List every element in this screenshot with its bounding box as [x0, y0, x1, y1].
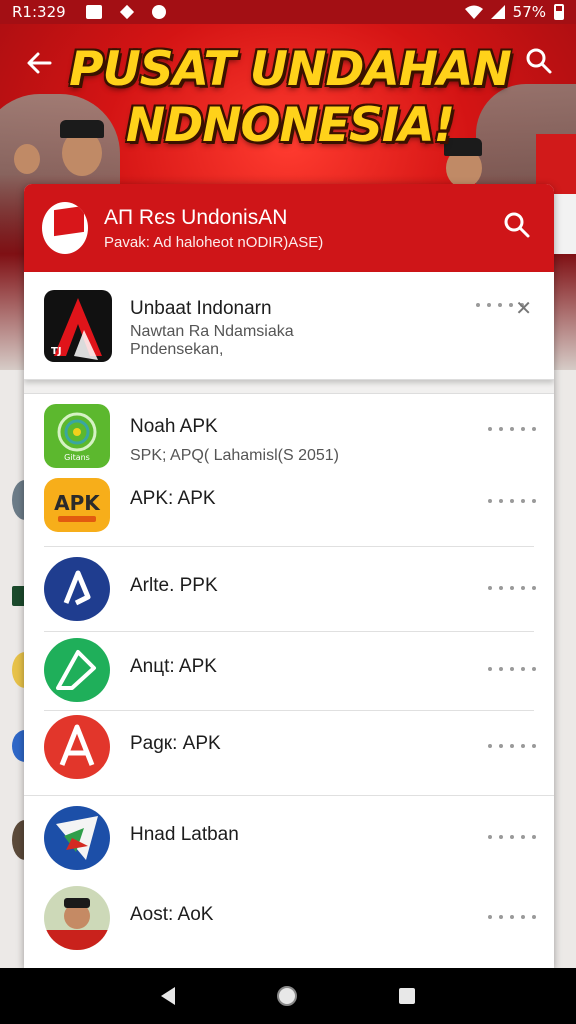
nav-back-icon[interactable]: [161, 987, 175, 1005]
battery-icon: [554, 4, 564, 20]
nav-recent-icon[interactable]: [399, 988, 415, 1004]
person-image: [14, 144, 40, 174]
search-icon: [504, 212, 530, 238]
app-list-item[interactable]: Anцt: APK: [24, 632, 554, 710]
svg-text:APK: APK: [54, 491, 101, 515]
more-options-icon[interactable]: [488, 741, 536, 751]
app-list-item[interactable]: Pagк: APK: [24, 711, 554, 795]
search-button[interactable]: [522, 44, 556, 78]
app-name: Pagк: APK: [130, 733, 221, 754]
featured-app-name: Unbaat Indonarn: [130, 298, 272, 319]
wifi-icon: [464, 5, 483, 19]
app-name: Aost: AoK: [130, 904, 214, 925]
app-name: Anцt: APK: [130, 656, 217, 677]
app-list-item[interactable]: Gitans Noah APK SPK; APQ( Lahamisl(S 205…: [24, 402, 554, 476]
banner-headline: PUSAT UNDAHAN NDNONESIA!: [69, 42, 512, 153]
app-list-item[interactable]: Aost: AoK: [24, 878, 554, 960]
navigation-bar: [0, 968, 576, 1024]
section-gap: [24, 380, 554, 394]
svg-text:TJ: TJ: [51, 346, 62, 357]
sheet-search-button[interactable]: [500, 208, 534, 242]
nav-home-icon[interactable]: [277, 986, 297, 1006]
status-bar: R1:329 57%: [0, 0, 576, 24]
svg-text:Gitans: Gitans: [64, 453, 90, 462]
more-options-icon[interactable]: [488, 496, 536, 506]
arrow-left-icon: [27, 52, 52, 74]
app-desc: SPK; APQ( Lahamisl(S 2051): [130, 447, 339, 464]
app-list-item[interactable]: Hnad Latban: [24, 796, 554, 878]
close-icon[interactable]: ✕: [515, 296, 532, 321]
more-options-icon[interactable]: [488, 583, 536, 593]
person-image: [444, 138, 482, 188]
app-list-item[interactable]: Arlte. PPK: [24, 547, 554, 631]
avatar-icon: [44, 886, 110, 950]
status-time: R1:329: [12, 3, 66, 21]
app-name: Arlte. PPK: [130, 575, 218, 596]
more-options-icon[interactable]: [488, 832, 536, 842]
sheet-header: AП Rєs UndonisAN Pavak: Ad haloheot nODI…: [24, 184, 554, 272]
more-options-icon[interactable]: [488, 912, 536, 922]
battery-text: 57%: [512, 3, 546, 21]
back-button[interactable]: [22, 46, 56, 80]
sparkle-icon: [119, 4, 134, 20]
app-list-item[interactable]: APK APK: APK: [24, 476, 554, 546]
featured-app-desc-line2: Pndensekan,: [130, 341, 224, 358]
more-options-icon[interactable]: [488, 424, 536, 434]
more-options-icon[interactable]: [488, 664, 536, 674]
red-a-icon: [44, 715, 110, 779]
apk-orange-icon: APK: [44, 478, 110, 532]
sheet-subtitle: Pavak: Ad haloheot nODIR)ASE): [104, 234, 324, 251]
star-paper-icon: [44, 806, 110, 870]
featured-app-desc-line1: Nawtan Ra Ndamsiaka: [130, 323, 294, 340]
app-name: Hnad Latban: [130, 824, 239, 845]
sheet-title: AП Rєs UndonisAN: [104, 206, 288, 229]
app-name: Noah APK: [130, 416, 218, 437]
signal-icon: [490, 5, 505, 19]
notification-icon: [151, 5, 166, 19]
search-icon: [526, 48, 552, 74]
featured-app-item[interactable]: TJ Unbaat Indonarn Nawtan Ra Ndamsiaka P…: [24, 272, 554, 380]
gallery-icon: [85, 5, 102, 19]
navy-a-icon: [44, 557, 110, 621]
green-triangle-icon: [44, 638, 110, 702]
featured-app-icon: TJ: [44, 290, 112, 362]
app-name: APK: APK: [130, 488, 216, 509]
green-radar-icon: Gitans: [44, 404, 110, 468]
brand-logo: [42, 202, 88, 254]
app-list-sheet: AП Rєs UndonisAN Pavak: Ad haloheot nODI…: [24, 184, 554, 968]
